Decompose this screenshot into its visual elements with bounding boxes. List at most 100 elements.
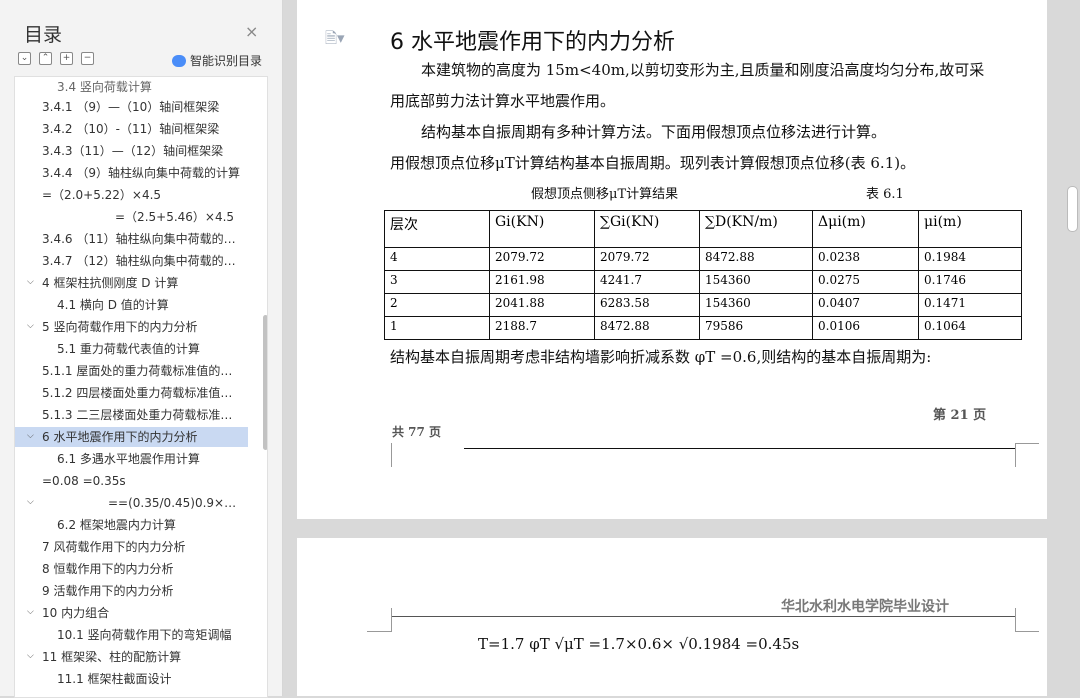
toc-item-selected[interactable]: 6 水平地震作用下的内力分析	[15, 427, 248, 447]
table-cell: 2	[384, 293, 490, 317]
crop-mark	[1015, 631, 1039, 632]
toc-item[interactable]: 5.1.1 屋面处的重力荷载标准值的计算	[15, 361, 240, 381]
toc-item[interactable]: 10.1 竖向荷载作用下的弯矩调幅	[15, 625, 248, 645]
displacement-table: 层次 Gi(KN) ∑Gi(KN) ∑D(KN/m) Δμi(m) μi(m) …	[384, 210, 1022, 340]
add-item-icon[interactable]: +	[60, 52, 73, 65]
table-header: Δμi(m)	[812, 210, 919, 248]
paragraph: 本建筑物的高度为 15m<40m,以剪切变形为主,且质量和刚度沿高度均匀分布,故…	[421, 61, 985, 79]
toc-item[interactable]: 3.4.4 （9）轴柱纵向集中荷载的计算	[15, 163, 240, 183]
toc-item[interactable]: 8 恒载作用下的内力分析	[15, 559, 248, 579]
toc-scrollbar[interactable]	[263, 315, 267, 450]
table-cell: 154360	[699, 293, 813, 317]
table-row: 4 2079.72 2079.72 8472.88 0.0238 0.1984	[384, 247, 1022, 271]
toc-item[interactable]: 5.1.2 四层楼面处重力荷载标准值计算	[15, 383, 240, 403]
smart-toc-button[interactable]: 智能识别目录	[172, 52, 262, 69]
toc-item[interactable]: 5 竖向荷载作用下的内力分析	[15, 317, 248, 337]
table-row: 2 2041.88 6283.58 154360 0.0407 0.1471	[384, 293, 1022, 317]
page-total: 共 77 页	[392, 425, 442, 439]
smart-recognition-icon	[172, 54, 186, 67]
table-cell: 79586	[699, 316, 813, 340]
toc-item[interactable]: 5.1 重力荷载代表值的计算	[15, 339, 248, 359]
table-cell: 2161.98	[489, 270, 595, 294]
crop-mark	[1015, 443, 1039, 444]
smart-toc-label: 智能识别目录	[190, 54, 263, 68]
toc-item[interactable]: 5.1.3 二三层楼面处重力荷载标准值计算	[15, 405, 240, 425]
table-cell: 8472.88	[594, 316, 700, 340]
footer-rule	[464, 448, 1016, 449]
paragraph: 用底部剪力法计算水平地震作用。	[390, 92, 616, 110]
toc-item[interactable]: 3.4.7 （12）轴柱纵向集中荷载的计算	[15, 251, 240, 271]
crop-mark	[367, 631, 391, 632]
document-scrollbar[interactable]	[1067, 186, 1078, 232]
table-header: Gi(KN)	[489, 210, 595, 248]
document-area: 🗎▾ 6 水平地震作用下的内力分析 本建筑物的高度为 15m<40m,以剪切变形…	[283, 0, 1080, 696]
toc-item[interactable]: 3.4.6 （11）轴柱纵向集中荷载的计算	[15, 229, 240, 249]
toc-item[interactable]: 3.4.3（11）—（12）轴间框架梁	[15, 141, 248, 161]
table-cell: 2079.72	[489, 247, 595, 271]
toc-item[interactable]: 4.1 横向 D 值的计算	[15, 295, 248, 315]
toc-toolbar: ⌄ ⌃ + −	[18, 52, 94, 65]
toc-item[interactable]: 4 框架柱抗侧刚度 D 计算	[15, 273, 248, 293]
toc-item[interactable]: =（2.0+5.22）×4.5	[15, 185, 248, 205]
toc-tree: 3.4 竖向荷载计算 3.4.1 （9）—（10）轴间框架梁 3.4.2 （10…	[14, 76, 268, 698]
toc-item[interactable]: 11 框架梁、柱的配筋计算	[15, 647, 248, 667]
table-cell: 2041.88	[489, 293, 595, 317]
table-header: μi(m)	[918, 210, 1022, 248]
toc-item[interactable]: =（2.5+5.46）×4.5	[15, 207, 248, 227]
toc-sidebar: 目录 × ⌄ ⌃ + − 智能识别目录 3.4 竖向荷载计算 3.4.1 （9）…	[0, 0, 283, 698]
crop-mark	[1015, 443, 1016, 467]
crop-mark	[391, 443, 392, 467]
formula: T=1.7 φT √μT =1.7×0.6× √0.1984 =0.45s	[478, 635, 800, 653]
toc-item[interactable]: 10 内力组合	[15, 603, 248, 623]
table-caption: 假想顶点侧移μT计算结果	[531, 187, 679, 202]
header-rule	[392, 616, 1016, 617]
table-cell: 3	[384, 270, 490, 294]
toc-item[interactable]: 6.2 框架地震内力计算	[15, 515, 248, 535]
table-cell: 0.1064	[918, 316, 1022, 340]
document-icon[interactable]: 🗎▾	[325, 28, 345, 53]
table-cell: 0.0407	[812, 293, 919, 317]
table-cell: 2079.72	[594, 247, 700, 271]
toc-item[interactable]: ==(0.35/0.45)0.9×0.08=0.064	[15, 493, 241, 513]
table-header: ∑D(KN/m)	[699, 210, 813, 248]
toc-item[interactable]: 6.1 多遇水平地震作用计算	[15, 449, 248, 469]
crop-mark	[1015, 608, 1016, 632]
close-icon[interactable]: ×	[245, 22, 258, 41]
table-cell: 0.0275	[812, 270, 919, 294]
table-cell: 1	[384, 316, 490, 340]
table-cell: 4	[384, 247, 490, 271]
table-row: 3 2161.98 4241.7 154360 0.0275 0.1746	[384, 270, 1022, 294]
table-header-row: 层次 Gi(KN) ∑Gi(KN) ∑D(KN/m) Δμi(m) μi(m)	[384, 210, 1022, 248]
table-cell: 0.0106	[812, 316, 919, 340]
crop-mark	[391, 608, 392, 632]
table-cell: 0.1984	[918, 247, 1022, 271]
toc-item[interactable]: 3.4 竖向荷载计算	[15, 77, 248, 97]
section-heading: 6 水平地震作用下的内力分析	[390, 30, 675, 55]
expand-all-icon[interactable]: ⌃	[39, 52, 52, 65]
table-cell: 4241.7	[594, 270, 700, 294]
page-number: 第 21 页	[933, 408, 987, 423]
toc-item[interactable]: 7 风荷载作用下的内力分析	[15, 537, 248, 557]
chevron-down-icon[interactable]: ⌵	[27, 431, 34, 441]
toc-title: 目录	[24, 24, 63, 46]
toc-item[interactable]: 3.4.1 （9）—（10）轴间框架梁	[15, 97, 248, 117]
remove-item-icon[interactable]: −	[81, 52, 94, 65]
table-cell: 154360	[699, 270, 813, 294]
table-cell: 0.0238	[812, 247, 919, 271]
collapse-all-icon[interactable]: ⌄	[18, 52, 31, 65]
paragraph: 用假想顶点位移μT计算结构基本自振周期。现列表计算假想顶点位移(表 6.1)。	[390, 154, 916, 172]
table-cell: 0.1746	[918, 270, 1022, 294]
page-header: 华北水利水电学院毕业设计	[781, 599, 949, 615]
table-header: ∑Gi(KN)	[594, 210, 700, 248]
toc-item[interactable]: 11.1 框架柱截面设计	[15, 669, 248, 689]
toc-item[interactable]: =0.08 =0.35s	[15, 471, 248, 491]
table-header: 层次	[384, 210, 490, 248]
document-page: 华北水利水电学院毕业设计 T=1.7 φT √μT =1.7×0.6× √0.1…	[297, 538, 1047, 696]
document-page: 🗎▾ 6 水平地震作用下的内力分析 本建筑物的高度为 15m<40m,以剪切变形…	[297, 0, 1047, 519]
paragraph: 结构基本自振周期有多种计算方法。下面用假想顶点位移法进行计算。	[421, 123, 887, 141]
paragraph: 结构基本自振周期考虑非结构墙影响折减系数 φT =0.6,则结构的基本自振周期为…	[390, 348, 932, 366]
toc-item[interactable]: 9 活载作用下的内力分析	[15, 581, 248, 601]
table-cell: 6283.58	[594, 293, 700, 317]
toc-item[interactable]: 3.4.2 （10）-（11）轴间框架梁	[15, 119, 248, 139]
table-row: 1 2188.7 8472.88 79586 0.0106 0.1064	[384, 316, 1022, 340]
